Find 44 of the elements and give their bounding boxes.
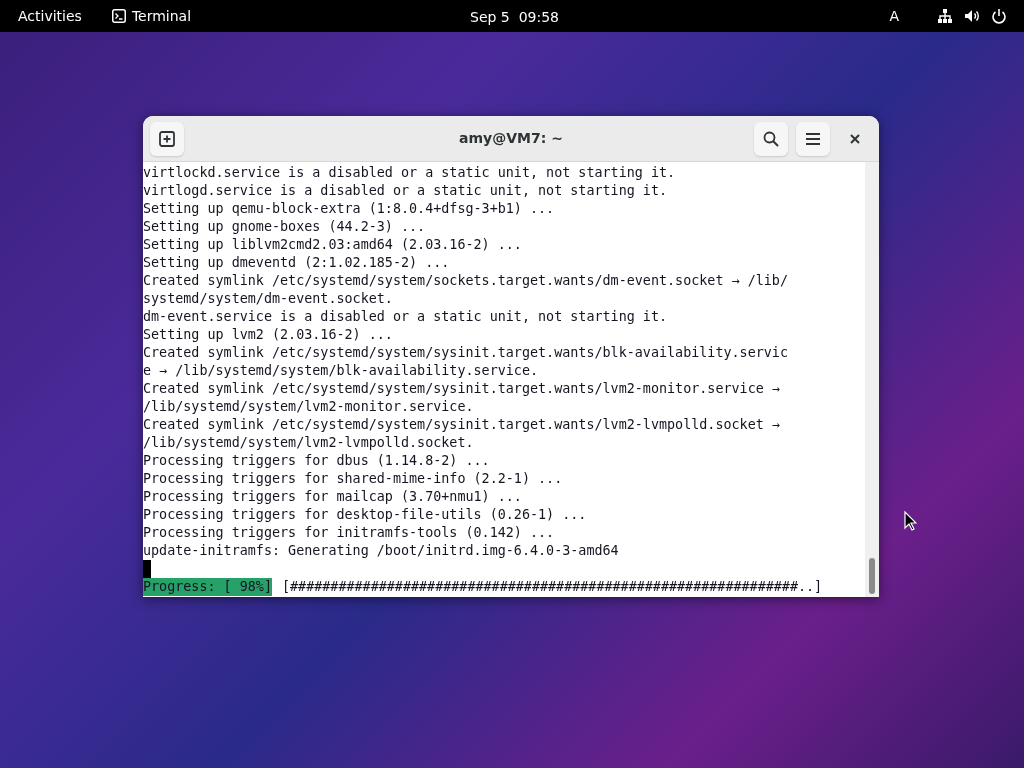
activities-button[interactable]: Activities	[0, 5, 100, 27]
output-line: systemd/system/dm-event.socket.	[143, 290, 393, 308]
output-line: dm-event.service is a disabled or a static unit, not starting it.	[143, 308, 668, 326]
output-line: update-initramfs: Generating /boot/initrd.img-6.4.0-3-amd64	[143, 542, 619, 560]
mouse-pointer-icon	[904, 511, 917, 531]
search-button[interactable]	[754, 121, 788, 156]
scrollbar-thumb[interactable]	[869, 558, 875, 594]
close-icon	[850, 133, 860, 144]
window-title: amy@VM7: ~	[459, 129, 563, 148]
output-line: /lib/systemd/system/lvm2-lvmpolld.socket.	[143, 434, 474, 452]
output-line: Created symlink /etc/systemd/system/sysinit.target.wants/lvm2-lvmpolld.socket →	[143, 416, 780, 434]
output-line: virtlockd.service is a disabled or a static unit, not starting it.	[143, 164, 676, 182]
progress-bar-text: [###############################################################..]	[282, 578, 823, 596]
volume-icon[interactable]	[964, 8, 981, 24]
output-line: Processing triggers for desktop-file-utils (0.26-1) ...	[143, 506, 587, 524]
output-line: Created symlink /etc/systemd/system/sysinit.target.wants/lvm2-monitor.service →	[143, 380, 780, 398]
scrollbar[interactable]	[865, 162, 879, 597]
output-line: Setting up qemu-block-extra (1:8.0.4+dfsg-3+b1) ...	[143, 200, 555, 218]
search-icon	[763, 130, 779, 147]
app-menu-label[interactable]: Terminal	[131, 5, 192, 27]
terminal-icon	[111, 9, 126, 23]
output-line: virtlogd.service is a disabled or a static unit, not starting it.	[143, 182, 668, 200]
output-line: Created symlink /etc/systemd/system/sysinit.target.wants/blk-availability.servic	[143, 344, 788, 362]
output-line: Created symlink /etc/systemd/system/sockets.target.wants/dm-event.socket → /lib/	[143, 272, 788, 290]
network-icon[interactable]	[937, 8, 953, 24]
progress-label: Progress: [ 98%]	[143, 578, 272, 596]
output-line: e → /lib/systemd/system/blk-availability.service.	[143, 362, 539, 380]
output-line: Setting up lvm2 (2.03.16-2) ...	[143, 326, 393, 344]
output-line: Setting up dmeventd (2:1.02.185-2) ...	[143, 254, 450, 272]
output-line: Setting up gnome-boxes (44.2-3) ...	[143, 218, 426, 236]
menu-button[interactable]	[796, 121, 830, 156]
output-line: Setting up liblvm2cmd2.03:amd64 (2.03.16-2) ...	[143, 236, 522, 254]
input-source-indicator[interactable]: A	[889, 5, 899, 27]
output-line: Processing triggers for initramfs-tools (0.142) ...	[143, 524, 555, 542]
new-tab-icon	[159, 130, 175, 147]
menu-icon	[805, 131, 821, 146]
output-line: Processing triggers for dbus (1.14.8-2) ...	[143, 452, 490, 470]
power-icon[interactable]	[991, 8, 1007, 24]
new-tab-button[interactable]	[150, 121, 184, 156]
output-line: Processing triggers for shared-mime-info (2.2-1) ...	[143, 470, 563, 488]
output-line: /lib/systemd/system/lvm2-monitor.service.	[143, 398, 474, 416]
text-cursor	[143, 560, 151, 578]
output-line: Processing triggers for mailcap (3.70+nmu1) ...	[143, 488, 522, 506]
clock[interactable]: Sep 5 09:58	[470, 7, 559, 28]
